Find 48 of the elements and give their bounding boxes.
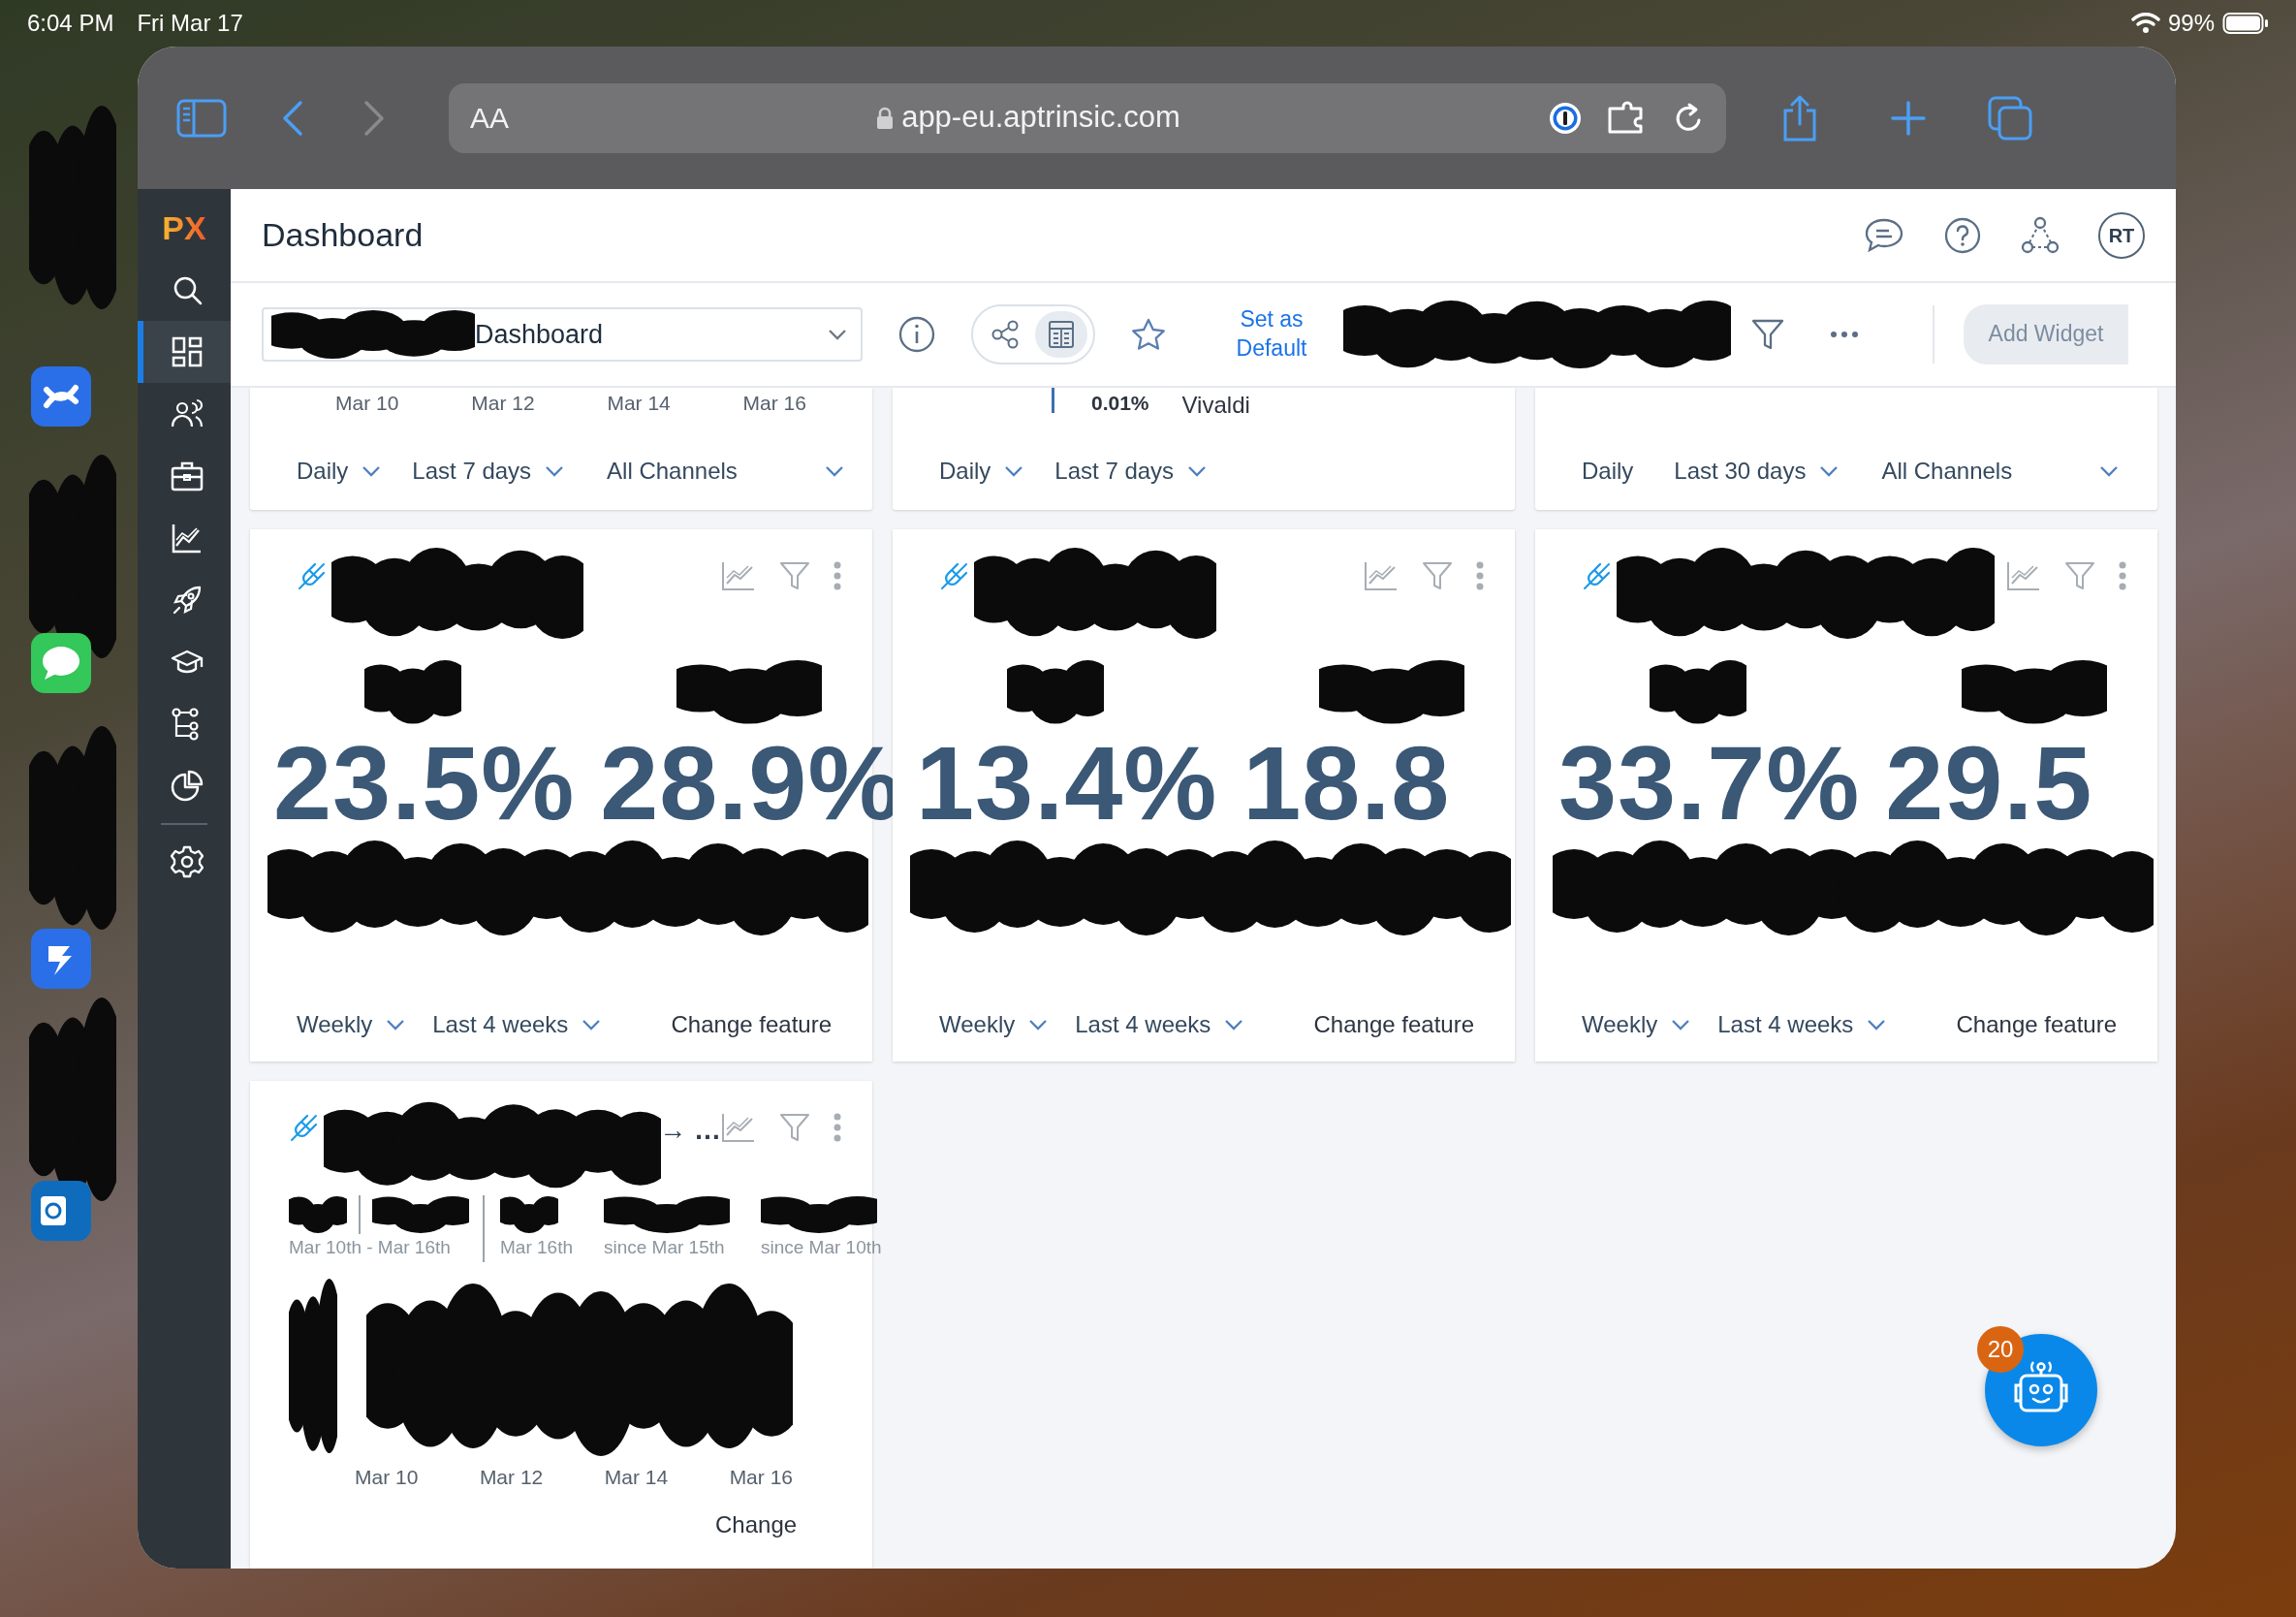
dropdown-control[interactable]: Daily xyxy=(1582,454,1634,489)
dropdown-control[interactable]: Last 4 weeks xyxy=(1717,1007,1887,1042)
change-feature-link[interactable]: Change feature xyxy=(1956,1007,2117,1042)
axis-label: Mar 10 xyxy=(335,391,399,416)
dropdown-control[interactable]: Weekly xyxy=(1582,1007,1691,1042)
dropdown-control[interactable]: Last 7 days xyxy=(1054,454,1208,489)
dropdown-control[interactable]: Last 7 days xyxy=(412,454,565,489)
axis-label: Mar 14 xyxy=(604,1464,669,1490)
title-ellipsis: → … xyxy=(659,1114,721,1147)
stat-caption: since Mar 10th xyxy=(761,1236,882,1259)
stat-caption: since Mar 15th xyxy=(604,1236,725,1259)
change-feature-link[interactable]: Change xyxy=(715,1507,798,1542)
set-default-link[interactable]: Set as Default xyxy=(1223,304,1320,365)
dropdown-control[interactable]: Weekly xyxy=(939,1007,1049,1042)
metric-value: 13.4% xyxy=(916,731,1218,836)
page-title: Dashboard xyxy=(262,215,424,255)
axis-label: Mar 16 xyxy=(742,391,806,416)
url-text[interactable]: app-eu.aptrinsic.com xyxy=(901,95,1180,141)
axis-label: Mar 10 xyxy=(355,1464,419,1490)
status-time: 6:04 PM xyxy=(27,9,114,38)
change-feature-link[interactable]: Change feature xyxy=(671,1007,832,1042)
metric-value: 18.8 xyxy=(1242,731,1451,836)
dropdown-control[interactable]: Daily xyxy=(297,454,382,489)
dropdown-control[interactable]: Last 4 weeks xyxy=(1075,1007,1244,1042)
metric-value: 33.7% xyxy=(1558,731,1861,836)
stat-caption: Mar 10th - Mar 16th xyxy=(289,1236,451,1259)
dashboard-dropdown[interactable]: Dashboard xyxy=(262,307,863,362)
dropdown-control[interactable]: All Channels xyxy=(607,454,844,489)
dropdown-control[interactable]: Weekly xyxy=(297,1007,406,1042)
change-feature-link[interactable]: Change feature xyxy=(1313,1007,1474,1042)
dropdown-control[interactable]: All Channels xyxy=(1881,454,2120,489)
axis-label: Mar 12 xyxy=(479,1464,544,1490)
axis-label: Mar 16 xyxy=(729,1464,793,1490)
metric-value: 23.5% xyxy=(273,731,576,836)
battery-percent: 99% xyxy=(2167,9,2215,38)
dropdown-control[interactable]: Daily xyxy=(939,454,1024,489)
metric-value: 28.9% xyxy=(600,731,902,836)
status-date: Fri Mar 17 xyxy=(137,9,243,38)
percent-label: 0.01% xyxy=(1091,391,1149,416)
dropdown-control[interactable]: Last 4 weeks xyxy=(432,1007,602,1042)
axis-label: Mar 12 xyxy=(471,391,535,416)
user-avatar[interactable]: RT xyxy=(2098,211,2145,259)
text-size-button[interactable]: AA xyxy=(470,96,510,140)
legend-label: Vivaldi xyxy=(1181,391,1250,420)
metric-value: 29.5 xyxy=(1885,731,2093,836)
stat-caption: Mar 16th xyxy=(500,1236,573,1259)
axis-label: Mar 14 xyxy=(607,391,671,416)
dropdown-control[interactable]: Last 30 days xyxy=(1674,454,1840,489)
